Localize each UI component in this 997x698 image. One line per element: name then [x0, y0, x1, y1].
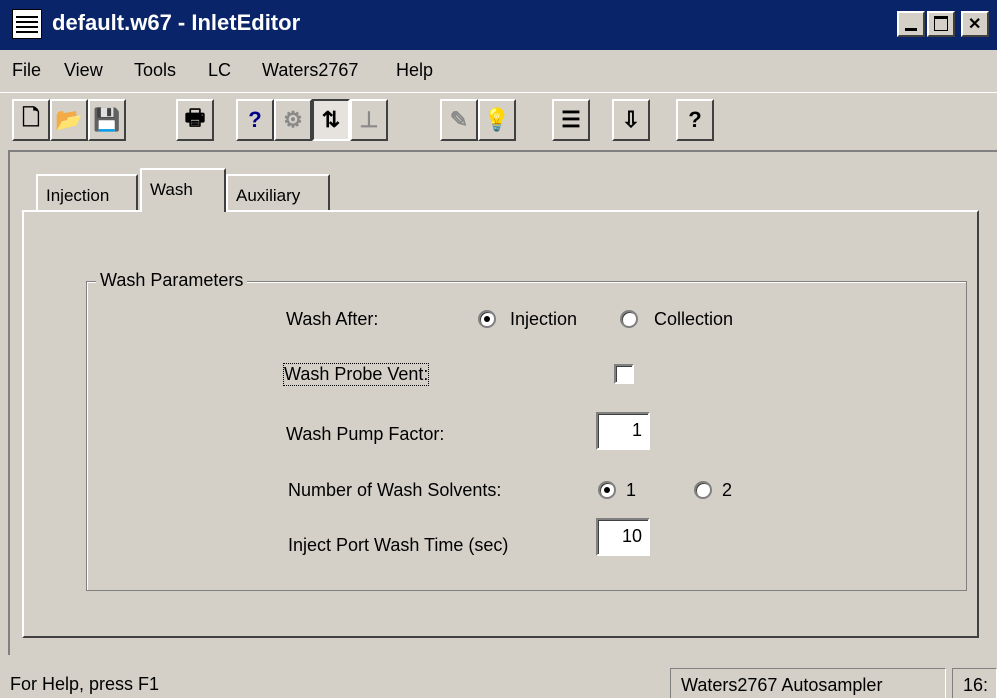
lamp-icon[interactable]: 💡	[478, 99, 516, 141]
edit-icon[interactable]: ✎	[440, 99, 478, 141]
menu-lc[interactable]: LC	[208, 60, 231, 81]
wash-pump-factor-input[interactable]: 1	[596, 412, 650, 450]
wash-probe-vent-checkbox[interactable]	[614, 364, 634, 384]
toolbar: 🗋 📂 💾 🖶 ? ⚙ ⇅ ⊥ ✎ 💡 ☰ ⇩ ?	[0, 92, 997, 149]
tab-injection[interactable]: Injection	[36, 174, 138, 212]
document-icon[interactable]	[12, 9, 42, 39]
new-document-icon[interactable]: 🗋	[12, 99, 50, 141]
status-help-text: For Help, press F1	[10, 674, 160, 694]
wash-pump-factor-label: Wash Pump Factor:	[286, 424, 445, 444]
tab-auxiliary[interactable]: Auxiliary	[226, 174, 330, 212]
print-icon[interactable]: 🖶	[176, 99, 214, 141]
wash-after-label: Wash After:	[286, 309, 379, 329]
status-extra: 16:	[952, 668, 997, 698]
close-button[interactable]	[961, 11, 989, 37]
title-bar: default.w67 - InletEditor	[0, 0, 997, 50]
save-icon[interactable]: 💾	[88, 99, 126, 141]
help-icon[interactable]: ?	[676, 99, 714, 141]
window-title: default.w67 - InletEditor	[52, 10, 301, 35]
wash-solvents-2-radio[interactable]	[694, 481, 712, 499]
inject-port-wash-time-label: Inject Port Wash Time (sec)	[288, 535, 509, 555]
menu-view[interactable]: View	[64, 60, 103, 81]
tab-wash[interactable]: Wash	[140, 168, 226, 212]
inject-port-wash-time-input[interactable]: 10	[596, 518, 650, 556]
wash-after-injection-radio[interactable]	[478, 310, 496, 328]
maximize-button[interactable]	[927, 11, 955, 37]
menu-tools[interactable]: Tools	[134, 60, 176, 81]
wash-probe-vent-label[interactable]: Wash Probe Vent:	[282, 363, 430, 386]
menu-help[interactable]: Help	[396, 60, 433, 81]
wash-solvents-1-label[interactable]: 1	[626, 480, 636, 501]
group-label: Wash Parameters	[96, 270, 248, 291]
wash-after-collection-label[interactable]: Collection	[654, 309, 733, 330]
instrument-icon[interactable]: ⚙	[274, 99, 312, 141]
menu-waters2767[interactable]: Waters2767	[262, 60, 358, 81]
chromatogram-icon[interactable]: ⊥	[350, 99, 388, 141]
context-help-icon[interactable]: ?	[236, 99, 274, 141]
open-folder-icon[interactable]: 📂	[50, 99, 88, 141]
wash-after-collection-radio[interactable]	[620, 310, 638, 328]
minimize-button[interactable]	[897, 11, 925, 37]
list-icon[interactable]: ☰	[552, 99, 590, 141]
wash-solvents-1-radio[interactable]	[598, 481, 616, 499]
number-of-wash-solvents-label: Number of Wash Solvents:	[288, 480, 502, 500]
status-instrument: Waters2767 Autosampler	[670, 668, 946, 698]
menu-bar: File View Tools LC Waters2767 Help	[0, 50, 997, 90]
wash-solvents-2-label[interactable]: 2	[722, 480, 732, 501]
menu-file[interactable]: File	[12, 60, 41, 81]
wash-after-injection-label[interactable]: Injection	[510, 309, 577, 330]
download-icon[interactable]: ⇩	[612, 99, 650, 141]
inlet-method-icon[interactable]: ⇅	[312, 99, 350, 141]
